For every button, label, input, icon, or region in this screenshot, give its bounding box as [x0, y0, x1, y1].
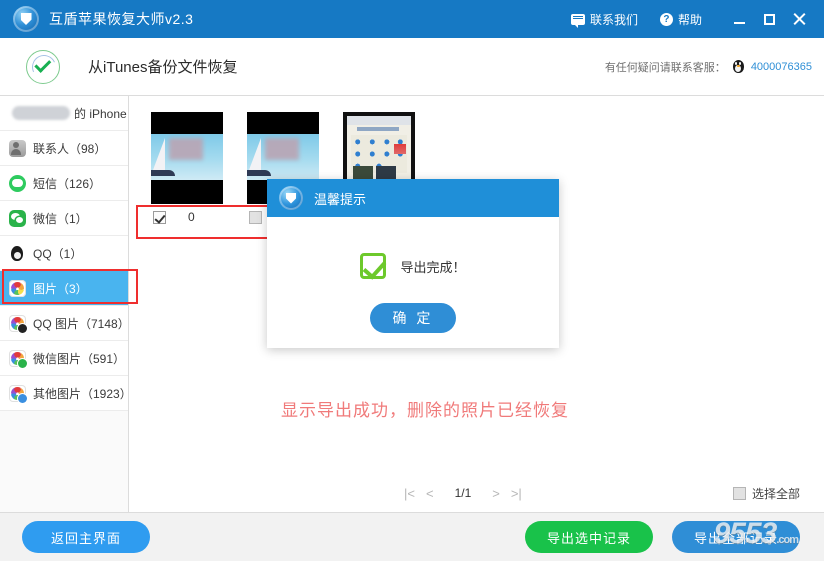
thumbnail-meta: 0 [151, 204, 223, 230]
pagination-controls: |< < 1/1 > >| [404, 486, 522, 501]
shield-logo-icon [279, 186, 303, 210]
sidebar-item-label: 图片（3） [33, 281, 88, 296]
sidebar-item-device-label: 的 iPhone [74, 106, 127, 121]
export-complete-dialog: 温馨提示 导出完成！ 确 定 [267, 179, 559, 348]
dialog-title: 温馨提示 [314, 191, 367, 207]
close-icon [792, 12, 806, 26]
sidebar-item-label: 微信图片（591） [33, 351, 126, 366]
dialog-message: 导出完成！ [400, 259, 466, 275]
green-check-circle-icon [26, 49, 60, 84]
thumbnail-checkbox[interactable] [249, 210, 262, 224]
thumbnail-checkbox[interactable] [153, 210, 166, 224]
sidebar-item-label: 联系人（98） [33, 141, 107, 156]
page-next-icon[interactable]: > [492, 486, 500, 501]
title-bar-actions: 联系我们 ? 帮助 [570, 0, 824, 38]
sidebar-item-label: 短信（126） [33, 176, 102, 191]
sidebar-item-wechat-photos[interactable]: 微信图片（591） [0, 341, 128, 376]
qq-photo-icon [9, 314, 27, 333]
export-all-button[interactable]: 导出全部记录 [672, 521, 800, 553]
question-circle-icon: ? [659, 12, 673, 26]
contact-us-label: 联系我们 [589, 12, 638, 27]
support-info: 有任何疑问请联系客服： 4000076365 [605, 59, 812, 75]
minimize-button[interactable] [724, 0, 754, 38]
shield-logo-icon [13, 6, 39, 32]
sms-icon [9, 174, 26, 192]
other-photo-icon [9, 384, 27, 403]
qq-penguin-icon [732, 59, 745, 74]
back-to-main-button[interactable]: 返回主界面 [22, 521, 150, 553]
chat-bubble-icon [570, 13, 585, 28]
sidebar: 的 iPhone 联系人（98） 短信（126） 微信（1） QQ（1） 图片（… [0, 96, 129, 512]
contact-icon [9, 139, 26, 157]
sidebar-item-contacts[interactable]: 联系人（98） [0, 131, 128, 166]
sidebar-item-sms[interactable]: 短信（126） [0, 166, 128, 201]
sidebar-item-qq-photos[interactable]: QQ 图片（7148） [0, 306, 128, 341]
annotation-text: 显示导出成功，删除的照片已经恢复 [281, 401, 569, 420]
minimize-icon [733, 22, 745, 24]
sidebar-item-wechat[interactable]: 微信（1） [0, 201, 128, 236]
maximize-button[interactable] [754, 0, 784, 38]
sidebar-item-label: 其他图片（1923） [33, 386, 129, 401]
maximize-icon [763, 13, 775, 25]
window-controls [724, 0, 814, 38]
dialog-message-row: 导出完成！ [267, 253, 559, 279]
thumbnail-image[interactable] [151, 112, 223, 204]
export-selected-button[interactable]: 导出选中记录 [525, 521, 653, 553]
sidebar-item-device[interactable]: 的 iPhone [0, 96, 128, 131]
wechat-photo-icon [9, 349, 27, 368]
dialog-ok-button[interactable]: 确 定 [370, 303, 456, 333]
close-button[interactable] [784, 0, 814, 38]
title-bar: 互盾苹果恢复大师v2.3 联系我们 ? 帮助 [0, 0, 824, 38]
sidebar-item-label: 微信（1） [33, 211, 88, 226]
support-label: 有任何疑问请联系客服： [604, 61, 726, 74]
page-prev-icon[interactable]: < [426, 486, 434, 501]
green-check-box-icon [360, 253, 387, 279]
app-title: 互盾苹果恢复大师v2.3 [49, 11, 194, 27]
sidebar-item-other-photos[interactable]: 其他图片（1923） [0, 376, 128, 411]
help-label: 帮助 [677, 12, 702, 27]
select-all-label: 选择全部 [751, 486, 800, 501]
pagination-bar: |< < 1/1 > >| 选择全部 [129, 476, 824, 510]
support-hotline[interactable]: 4000076365 [751, 61, 812, 73]
qq-icon [9, 245, 26, 262]
page-indicator: 1/1 [454, 486, 472, 500]
page-header: 从iTunes备份文件恢复 有任何疑问请联系客服： 4000076365 [0, 38, 824, 96]
footer-bar: 返回主界面 导出选中记录 导出全部记录 9553.com [0, 512, 824, 561]
redacted-device-name [12, 106, 70, 120]
help-button[interactable]: ? 帮助 [659, 11, 702, 28]
photo-icon [9, 279, 26, 297]
sidebar-item-label: QQ 图片（7148） [33, 316, 129, 331]
page-last-icon[interactable]: >| [511, 486, 522, 501]
footer-actions: 导出选中记录 导出全部记录 9553.com [525, 517, 800, 553]
dialog-title-bar: 温馨提示 [267, 179, 559, 217]
sidebar-item-photos[interactable]: 图片（3） [0, 271, 128, 306]
contact-us-button[interactable]: 联系我们 [570, 11, 638, 28]
application-window: 互盾苹果恢复大师v2.3 联系我们 ? 帮助 从iTunes备份文件恢复 有任何… [0, 0, 824, 561]
select-all-checkbox[interactable] [732, 486, 746, 500]
page-first-icon[interactable]: |< [404, 486, 415, 501]
sidebar-item-label: QQ（1） [33, 246, 83, 261]
wechat-icon [9, 209, 26, 227]
thumbnail-item[interactable]: 0 [151, 112, 223, 230]
select-all-control[interactable]: 选择全部 [732, 485, 800, 502]
sidebar-item-qq[interactable]: QQ（1） [0, 236, 128, 271]
page-title: 从iTunes备份文件恢复 [88, 59, 238, 76]
dialog-body: 导出完成！ 确 定 [267, 217, 559, 348]
thumbnail-label: 0 [188, 210, 195, 224]
